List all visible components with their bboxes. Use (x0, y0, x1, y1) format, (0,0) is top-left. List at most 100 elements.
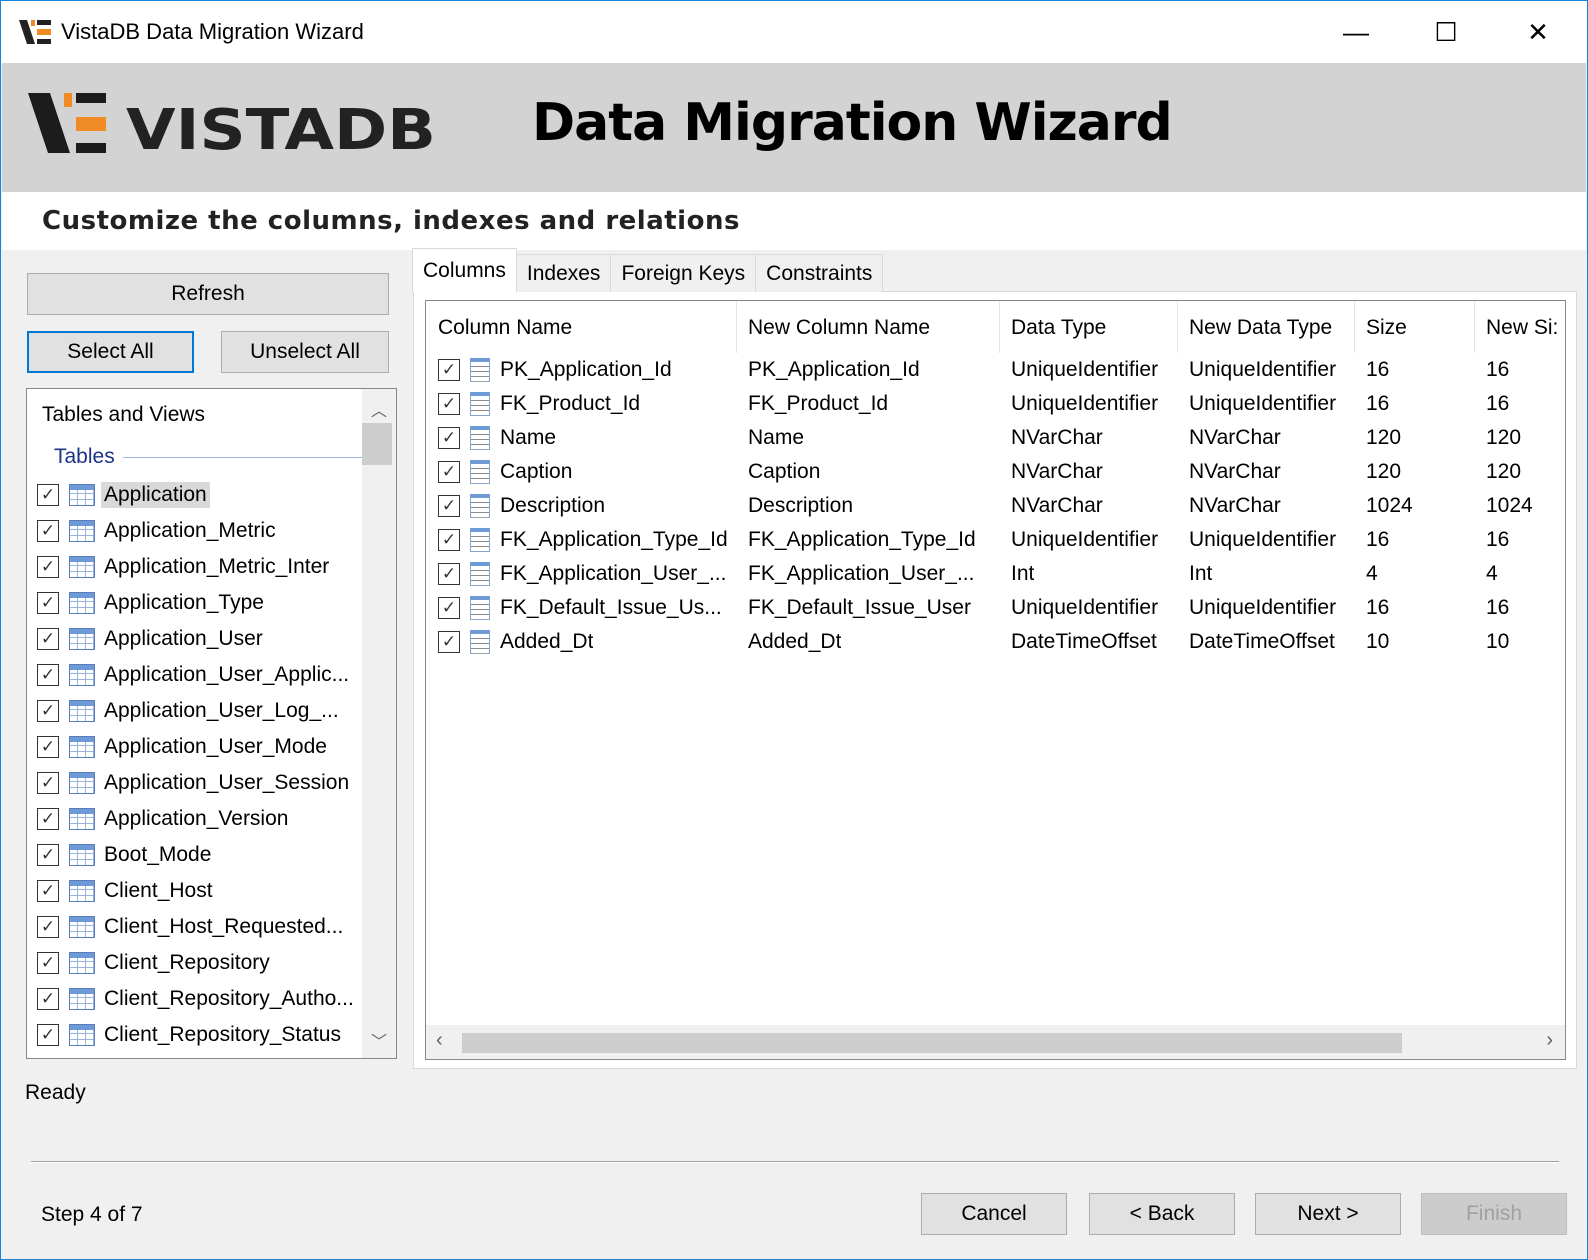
checkbox-checked[interactable]: ✓ (438, 427, 460, 449)
column-divider[interactable] (1354, 301, 1355, 353)
group-header-tables: Tables (54, 445, 364, 469)
column-divider[interactable] (999, 301, 1000, 353)
column-divider[interactable] (736, 301, 737, 353)
refresh-button[interactable]: Refresh (27, 273, 389, 315)
cancel-button[interactable]: Cancel (921, 1193, 1067, 1235)
scroll-left-icon[interactable]: ‹ (436, 1029, 443, 1052)
table-row[interactable]: ✓ FK_Default_Issue_Us... FK_Default_Issue_… (426, 591, 1565, 625)
tables-list[interactable]: Tables and Views Tables ✓ Application ✓ App… (26, 388, 397, 1059)
table-list-item[interactable]: ✓ Client_Repository (37, 945, 273, 981)
table-list-item[interactable]: ✓ Application_User (37, 621, 266, 657)
table-row[interactable]: ✓ FK_Product_Id FK_Product_Id UniqueIdentif… (426, 387, 1565, 421)
checkbox-checked[interactable]: ✓ (438, 359, 460, 381)
table-row[interactable]: ✓ Description Description NVarChar NVarChar 1… (426, 489, 1565, 523)
checkbox-checked[interactable]: ✓ (37, 988, 59, 1010)
table-list-item[interactable]: ✓ Client_Host_Requested... (37, 909, 346, 945)
finish-button[interactable]: Finish (1421, 1193, 1567, 1235)
column-divider[interactable] (1177, 301, 1178, 353)
next-button[interactable]: Next > (1255, 1193, 1401, 1235)
checkbox-checked[interactable]: ✓ (438, 631, 460, 653)
table-row[interactable]: ✓ Name Name NVarChar NVarChar 120 120 (426, 421, 1565, 455)
table-list-item[interactable]: ✓ Client_Host (37, 873, 216, 909)
cell: DateTimeOffset (1011, 630, 1157, 653)
checkbox-checked[interactable]: ✓ (37, 556, 59, 578)
checkbox-checked[interactable]: ✓ (37, 844, 59, 866)
checkbox-checked[interactable]: ✓ (37, 664, 59, 686)
checkbox-checked[interactable]: ✓ (37, 808, 59, 830)
column-header[interactable]: Data Type (1011, 311, 1106, 345)
checkbox-checked[interactable]: ✓ (37, 772, 59, 794)
select-all-button[interactable]: Select All (27, 331, 194, 373)
table-name: Application_Metric_Inter (104, 555, 330, 578)
column-header[interactable]: Size (1366, 311, 1407, 345)
checkbox-checked[interactable]: ✓ (37, 952, 59, 974)
cell: UniqueIdentifier (1189, 358, 1337, 381)
checkbox-checked[interactable]: ✓ (37, 880, 59, 902)
maximize-button[interactable]: ☐ (1401, 1, 1491, 63)
table-list-item[interactable]: ✓ Application_User_Applic... (37, 657, 352, 693)
table-list-item[interactable]: ✓ Application (37, 477, 210, 513)
scroll-right-icon[interactable]: › (1546, 1029, 1553, 1052)
table-row[interactable]: ✓ PK_Application_Id PK_Application_Id Uniqu… (426, 353, 1565, 387)
cell: FK_Product_Id (500, 392, 641, 415)
close-button[interactable]: ✕ (1493, 1, 1583, 63)
table-list-item[interactable]: ✓ Application_User_Session (37, 765, 352, 801)
cell: FK_Application_Type_Id (748, 528, 976, 551)
scrollbar-thumb[interactable] (362, 423, 392, 465)
table-row[interactable]: ✓ FK_Application_Type_Id FK_Application_Ty… (426, 523, 1565, 557)
window-title: VistaDB Data Migration Wizard (61, 19, 364, 44)
table-list-item[interactable]: ✓ Application_Type (37, 585, 267, 621)
tab-indexes[interactable]: Indexes (515, 254, 612, 292)
checkbox-checked[interactable]: ✓ (37, 484, 59, 506)
checkbox-checked[interactable]: ✓ (37, 1024, 59, 1046)
scroll-up-icon[interactable]: ︿ (362, 397, 396, 421)
checkbox-checked[interactable]: ✓ (438, 393, 460, 415)
checkbox-checked[interactable]: ✓ (37, 736, 59, 758)
checkbox-checked[interactable]: ✓ (37, 628, 59, 650)
checkbox-checked[interactable]: ✓ (438, 529, 460, 551)
checkbox-checked[interactable]: ✓ (438, 495, 460, 517)
table-list-item[interactable]: ✓ Application_User_Mode (37, 729, 330, 765)
checkbox-checked[interactable]: ✓ (438, 563, 460, 585)
tab-foreign-keys[interactable]: Foreign Keys (610, 254, 757, 292)
table-icon (69, 736, 95, 758)
scrollbar-thumb[interactable] (462, 1033, 1402, 1053)
checkbox-checked[interactable]: ✓ (37, 700, 59, 722)
cell: 16 (1366, 528, 1390, 551)
minimize-button[interactable]: — (1311, 1, 1401, 63)
table-list-item[interactable]: ✓ Application_Metric_Inter (37, 549, 332, 585)
checkbox-checked[interactable]: ✓ (37, 916, 59, 938)
column-header[interactable]: New Column Name (748, 311, 930, 345)
column-divider[interactable] (1474, 301, 1475, 353)
back-button[interactable]: < Back (1089, 1193, 1235, 1235)
unselect-all-button[interactable]: Unselect All (221, 331, 389, 373)
column-header[interactable]: Column Name (438, 311, 572, 345)
table-list-item[interactable]: ✓ Application_Version (37, 801, 291, 837)
checkbox-checked[interactable]: ✓ (438, 597, 460, 619)
table-row[interactable]: ✓ Added_Dt Added_Dt DateTimeOffset DateTimeO… (426, 625, 1565, 659)
cell: NVarChar (1011, 494, 1103, 517)
column-header[interactable]: New Data Type (1189, 311, 1332, 345)
table-name: Application_Version (104, 807, 289, 830)
vertical-scrollbar[interactable]: ︿ ﹀ (362, 389, 396, 1058)
cell: 16 (1486, 358, 1510, 381)
table-list-item[interactable]: ✓ Application_User_Log_... (37, 693, 342, 729)
table-icon (69, 592, 95, 614)
table-icon (69, 664, 95, 686)
table-row[interactable]: ✓ Caption Caption NVarChar NVarChar 120 120 (426, 455, 1565, 489)
checkbox-checked[interactable]: ✓ (37, 592, 59, 614)
table-list-item[interactable]: ✓ Client_Repository_Autho... (37, 981, 357, 1017)
table-list-item[interactable]: ✓ Application_Metric (37, 513, 279, 549)
scroll-down-icon[interactable]: ﹀ (362, 1028, 396, 1052)
column-header[interactable]: New Si: (1486, 311, 1558, 345)
table-row[interactable]: ✓ FK_Application_User_... FK_Application_U… (426, 557, 1565, 591)
checkbox-checked[interactable]: ✓ (37, 520, 59, 542)
columns-grid[interactable]: Column Name New Column Name Data Type New D… (425, 300, 1566, 1060)
table-list-item[interactable]: ✓ Boot_Mode (37, 837, 214, 873)
tab-columns[interactable]: Columns (412, 248, 517, 292)
tab-constraints[interactable]: Constraints (755, 254, 884, 292)
horizontal-scrollbar[interactable]: ‹ › (426, 1025, 1565, 1059)
step-subtitle: Customize the columns, indexes and relat… (42, 206, 740, 236)
checkbox-checked[interactable]: ✓ (438, 461, 460, 483)
table-list-item[interactable]: ✓ Client_Repository_Status (37, 1017, 344, 1053)
